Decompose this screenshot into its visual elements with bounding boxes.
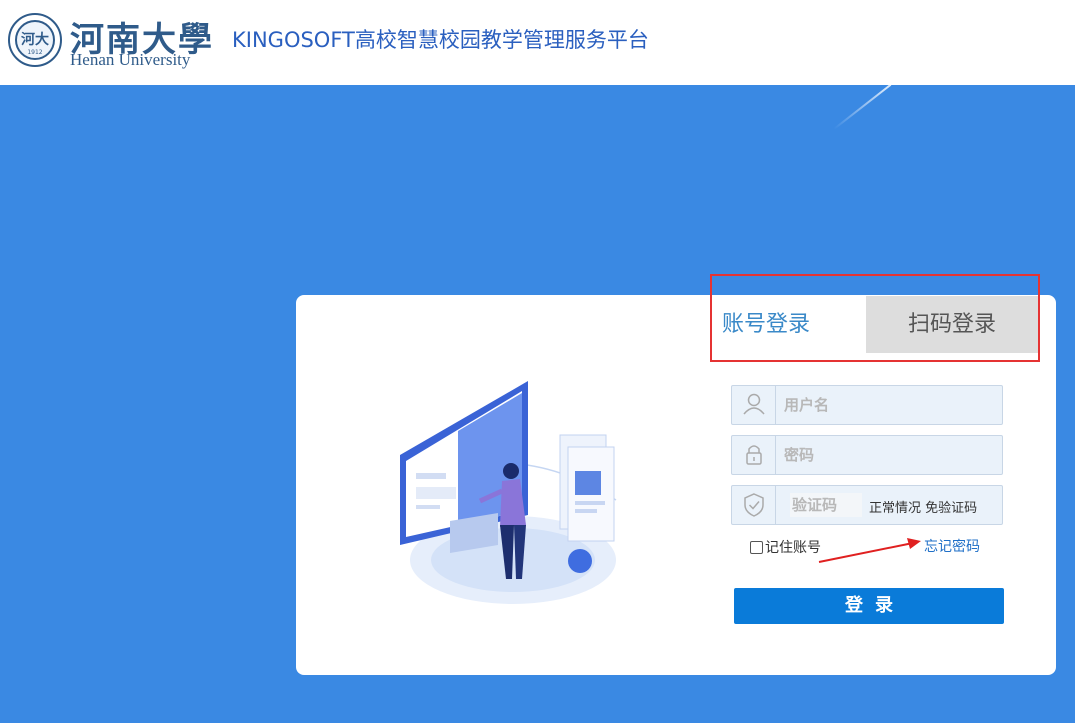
- remember-label: 记住账号: [765, 540, 821, 556]
- captcha-field: 正常情况 免验证码: [731, 485, 1003, 525]
- platform-title: KINGOSOFT高校智慧校园教学管理服务平台: [232, 28, 649, 52]
- login-illustration: [400, 381, 617, 604]
- forgot-password-link[interactable]: 忘记密码: [924, 536, 980, 556]
- captcha-input[interactable]: [792, 494, 862, 516]
- tab-qr-login[interactable]: 扫码登录: [866, 296, 1038, 353]
- remember-account[interactable]: 记住账号: [750, 537, 821, 557]
- university-name-en: Henan University: [70, 50, 191, 69]
- tab-account-login[interactable]: 账号登录: [712, 296, 866, 353]
- red-arrow-annotation: [818, 538, 921, 563]
- lock-icon: [732, 436, 776, 474]
- captcha-note: 正常情况 免验证码: [869, 501, 978, 516]
- top-header: 河大 1912 河南大學 Henan University KINGOSOFT高…: [0, 0, 1075, 85]
- password-field: [731, 435, 1003, 475]
- logo-year: 1912: [27, 49, 43, 56]
- university-logo: 河大 1912: [8, 13, 62, 67]
- username-field: [731, 385, 1003, 425]
- remember-checkbox[interactable]: [750, 540, 763, 554]
- user-icon: [732, 386, 776, 424]
- login-button[interactable]: 登录: [734, 588, 1004, 624]
- shield-icon: [732, 486, 776, 524]
- seal-emblem-icon: 河大: [21, 32, 49, 48]
- password-input[interactable]: [784, 444, 984, 466]
- light-streak-decoration: [833, 83, 892, 130]
- username-input[interactable]: [784, 394, 984, 416]
